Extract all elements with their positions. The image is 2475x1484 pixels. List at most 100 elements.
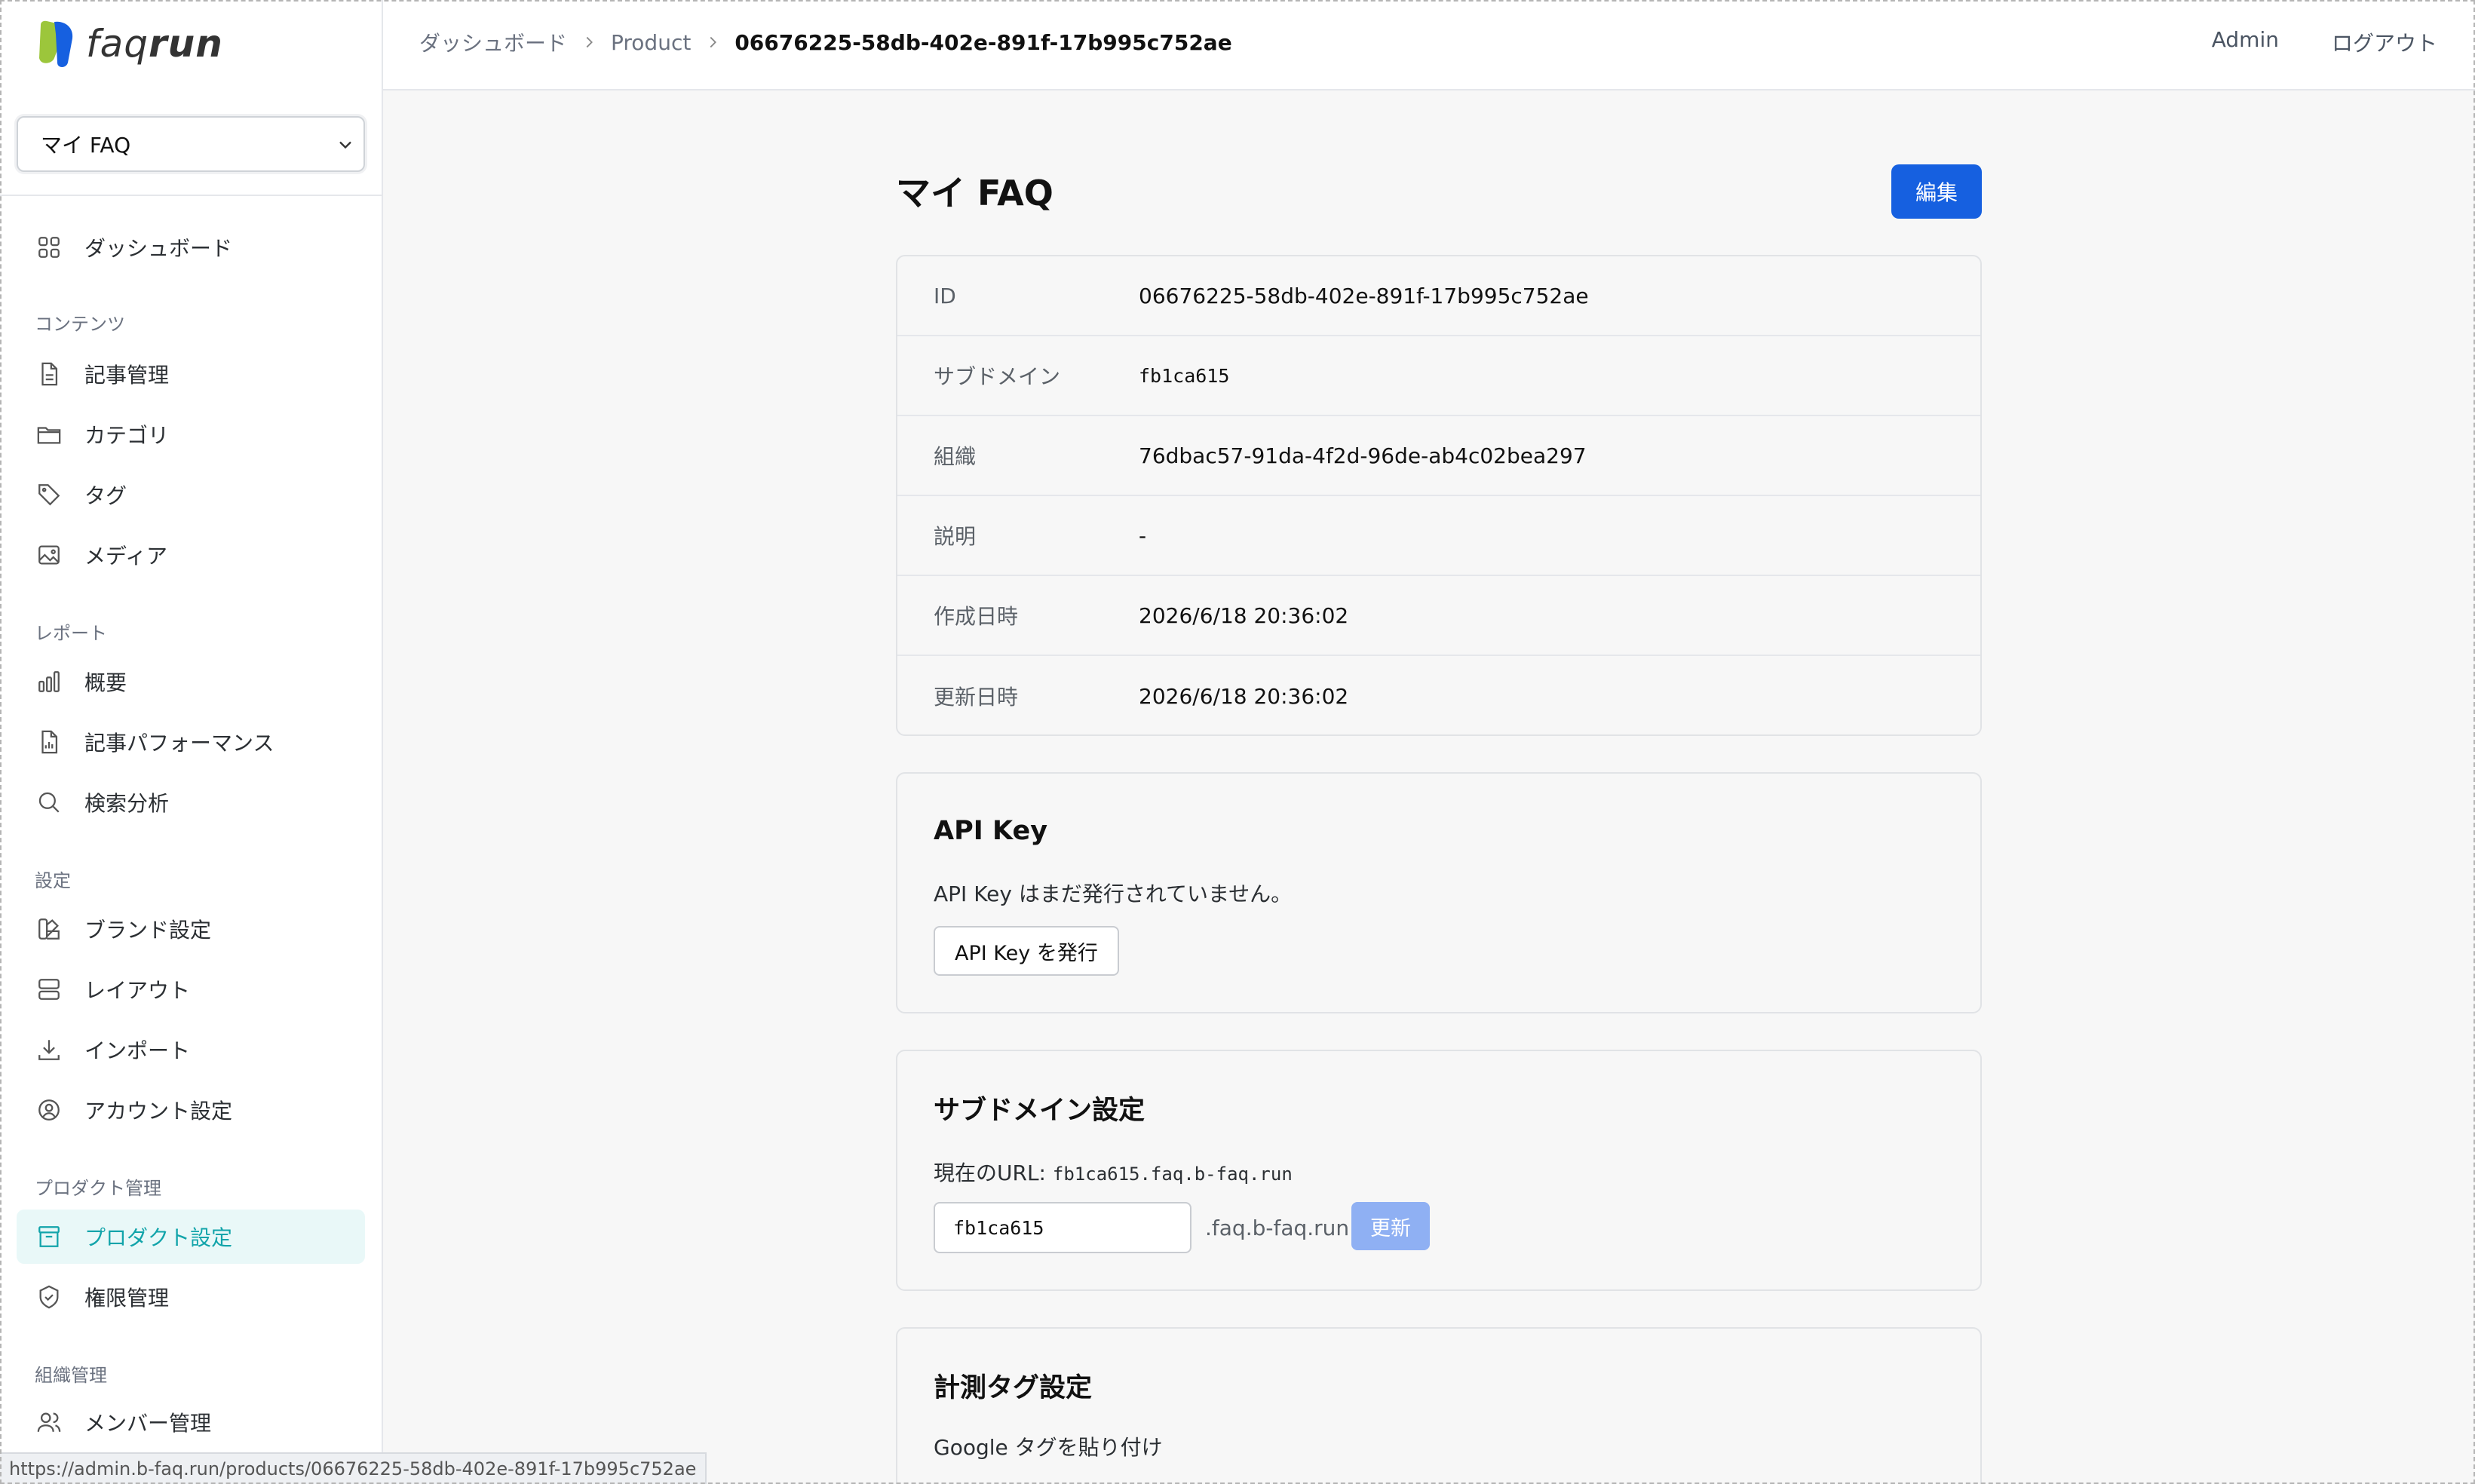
sidebar-item-label: 概要 xyxy=(84,670,127,695)
section-label-settings: 設定 xyxy=(35,870,71,891)
subdomain-suffix: .faq.b-faq.run xyxy=(1205,1216,1350,1240)
detail-row-description: 説明 - xyxy=(897,496,1980,576)
update-subdomain-button[interactable]: 更新 xyxy=(1351,1202,1430,1250)
sidebar: faqrun マイ FAQ ダッシュボード コンテンツ 記事管理 カテゴリ タグ… xyxy=(0,0,383,1484)
detail-key: 作成日時 xyxy=(934,604,1019,629)
sidebar-item-label: 権限管理 xyxy=(84,1286,170,1311)
sidebar-item-label: タグ xyxy=(84,483,127,508)
chevron-down-icon xyxy=(339,141,351,149)
sidebar-item-label: メディア xyxy=(84,544,168,569)
detail-value: 76dbac57-91da-4f2d-96de-ab4c02bea297 xyxy=(1139,443,1587,468)
sidebar-item-overview[interactable]: 概要 xyxy=(17,655,365,709)
product-details-card: ID 06676225-58db-402e-891f-17b995c752ae … xyxy=(896,255,1982,736)
detail-row-created-at: 作成日時 2026/6/18 20:36:02 xyxy=(897,576,1980,656)
api-key-card: API Key API Key はまだ発行されていません。 API Key を発… xyxy=(896,772,1982,1013)
document-icon xyxy=(41,362,58,386)
sidebar-item-search-analytics[interactable]: 検索分析 xyxy=(17,775,365,829)
page-title: マイ FAQ xyxy=(896,173,1053,213)
sidebar-item-layout[interactable]: レイアウト xyxy=(17,962,365,1016)
section-label-content: コンテンツ xyxy=(35,314,125,335)
breadcrumb: ダッシュボード Product 06676225-58db-402e-891f-… xyxy=(419,27,1232,57)
detail-key: サブドメイン xyxy=(934,364,1061,389)
detail-value: 2026/6/18 20:36:02 xyxy=(1139,602,1349,628)
product-selector[interactable]: マイ FAQ xyxy=(17,116,365,172)
subdomain-settings-title: サブドメイン設定 xyxy=(934,1096,1145,1126)
sidebar-divider xyxy=(0,195,383,196)
chevron-right-icon xyxy=(586,36,593,48)
breadcrumb-current: 06676225-58db-402e-891f-17b995c752ae xyxy=(735,29,1232,55)
tag-icon xyxy=(38,484,60,506)
layout-icon xyxy=(38,979,60,1000)
sidebar-item-import[interactable]: インポート xyxy=(17,1023,365,1077)
section-label-product-management: プロダクト管理 xyxy=(35,1178,161,1199)
sidebar-item-label: 検索分析 xyxy=(84,791,170,816)
current-url-label: 現在のURL: xyxy=(934,1161,1053,1185)
sidebar-item-label: レイアウト xyxy=(84,978,191,1003)
brand-name: faqrun xyxy=(86,22,223,66)
sidebar-item-tags[interactable]: タグ xyxy=(17,468,365,522)
detail-value: - xyxy=(1139,523,1147,548)
sidebar-item-label: 記事パフォーマンス xyxy=(84,731,274,756)
tracking-tag-hint: Google タグを貼り付け xyxy=(934,1435,1163,1460)
sidebar-item-label: ダッシュボード xyxy=(84,236,233,261)
search-icon xyxy=(38,792,60,813)
detail-value: fb1ca615 xyxy=(1139,364,1230,387)
sidebar-item-categories[interactable]: カテゴリ xyxy=(17,407,365,461)
shield-check-icon xyxy=(39,1285,59,1309)
tracking-tag-card: 計測タグ設定 Google タグを貼り付け xyxy=(896,1327,1982,1484)
sidebar-item-label: カテゴリ xyxy=(84,423,170,448)
bar-chart-icon xyxy=(38,671,60,692)
brand-logo[interactable]: faqrun xyxy=(33,17,223,71)
section-label-reports: レポート xyxy=(35,623,107,644)
status-bar-url: https://admin.b-faq.run/products/0667622… xyxy=(0,1452,707,1484)
detail-value: 2026/6/18 20:36:02 xyxy=(1139,683,1349,709)
sidebar-item-label: メンバー管理 xyxy=(84,1411,212,1436)
breadcrumb-product[interactable]: Product xyxy=(611,30,691,55)
sidebar-item-permissions[interactable]: 権限管理 xyxy=(17,1270,365,1324)
chevron-right-icon xyxy=(710,36,717,48)
current-url-value: fb1ca615.faq.b-faq.run xyxy=(1052,1164,1293,1185)
download-icon xyxy=(38,1040,60,1060)
sidebar-item-label: インポート xyxy=(84,1038,191,1063)
user-menu[interactable]: Admin xyxy=(2212,27,2279,57)
grid-icon xyxy=(38,237,60,258)
sidebar-item-label: ブランド設定 xyxy=(84,918,212,943)
image-icon xyxy=(38,545,60,565)
sidebar-item-media[interactable]: メディア xyxy=(17,528,365,582)
sidebar-item-article-performance[interactable]: 記事パフォーマンス xyxy=(17,715,365,769)
sidebar-item-articles[interactable]: 記事管理 xyxy=(17,347,365,401)
top-right-actions: Admin ログアウト xyxy=(2212,27,2437,57)
sidebar-item-label: プロダクト設定 xyxy=(84,1225,233,1250)
detail-key: 説明 xyxy=(934,524,977,549)
sidebar-item-dashboard[interactable]: ダッシュボード xyxy=(17,220,365,274)
detail-row-updated-at: 更新日時 2026/6/18 20:36:02 xyxy=(897,656,1980,736)
tracking-tag-title: 計測タグ設定 xyxy=(934,1373,1093,1403)
palette-icon xyxy=(38,918,60,940)
edit-button[interactable]: 編集 xyxy=(1891,164,1982,219)
top-bar: ダッシュボード Product 06676225-58db-402e-891f-… xyxy=(383,0,2475,90)
subdomain-input[interactable]: fb1ca615 xyxy=(934,1202,1191,1253)
issue-api-key-button[interactable]: API Key を発行 xyxy=(934,926,1119,976)
detail-key: 組織 xyxy=(934,444,977,469)
faqrun-logo-icon xyxy=(39,20,73,68)
user-circle-icon xyxy=(38,1099,60,1121)
sidebar-item-members[interactable]: メンバー管理 xyxy=(17,1395,365,1449)
detail-row-subdomain: サブドメイン fb1ca615 xyxy=(897,336,1980,416)
sidebar-item-label: アカウント設定 xyxy=(84,1099,233,1124)
current-url-text: 現在のURL: fb1ca615.faq.b-faq.run xyxy=(934,1157,1293,1187)
logout-link[interactable]: ログアウト xyxy=(2332,27,2437,57)
sidebar-item-product-settings[interactable]: プロダクト設定 xyxy=(17,1210,365,1264)
subdomain-settings-card: サブドメイン設定 現在のURL: fb1ca615.faq.b-faq.run … xyxy=(896,1050,1982,1291)
sidebar-item-brand-settings[interactable]: ブランド設定 xyxy=(17,902,365,956)
detail-key: ID xyxy=(934,283,956,308)
sidebar-item-account-settings[interactable]: アカウント設定 xyxy=(17,1083,365,1137)
detail-row-id: ID 06676225-58db-402e-891f-17b995c752ae xyxy=(897,256,1980,336)
api-key-message: API Key はまだ発行されていません。 xyxy=(934,882,1293,906)
sidebar-item-label: 記事管理 xyxy=(84,363,170,388)
archive-icon xyxy=(38,1226,60,1247)
api-key-title: API Key xyxy=(934,816,1048,846)
users-icon xyxy=(37,1412,61,1432)
breadcrumb-dashboard[interactable]: ダッシュボード xyxy=(419,27,567,57)
folder-icon xyxy=(37,427,61,444)
detail-key: 更新日時 xyxy=(934,685,1019,710)
